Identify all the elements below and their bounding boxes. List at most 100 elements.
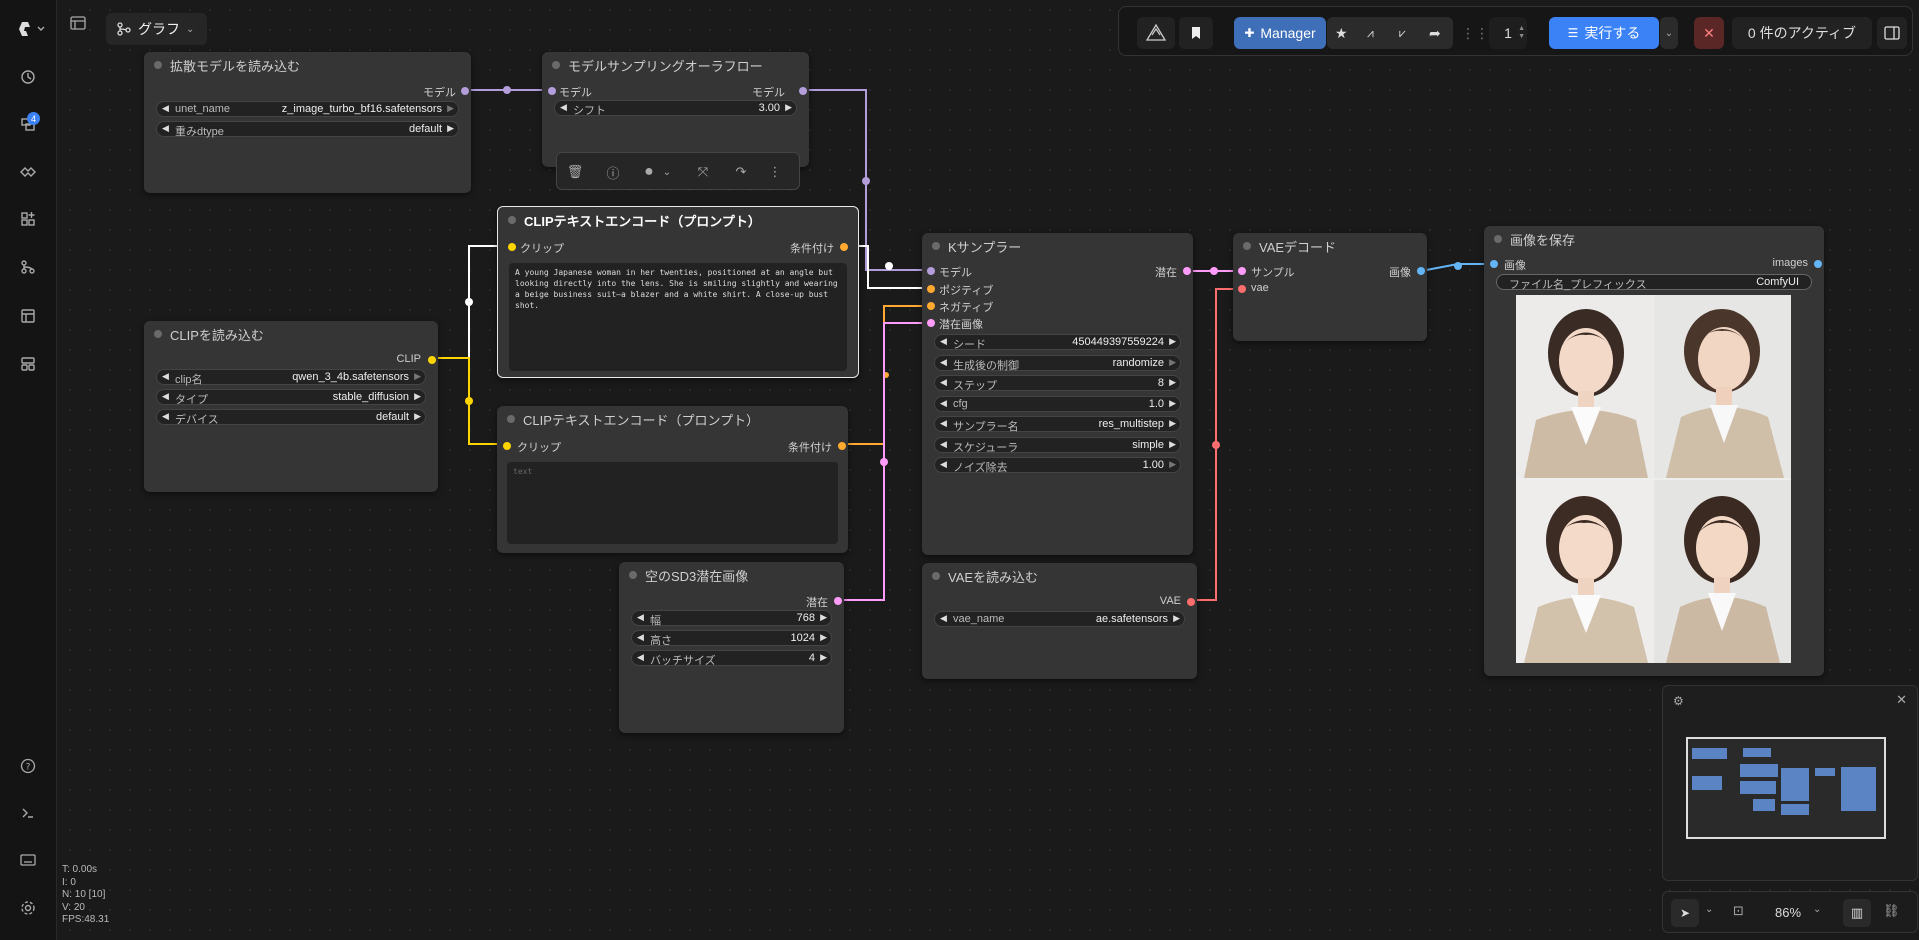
arrow-left-icon[interactable]: ◀ [940, 357, 947, 368]
arrow-left-icon[interactable]: ◀ [940, 459, 947, 470]
widget-denoise[interactable]: ◀ ノイズ除去 1.00 ▶ [934, 457, 1181, 474]
chevron-down-icon[interactable]: ⌄ [1705, 904, 1713, 915]
output-slot-clip[interactable] [428, 356, 436, 364]
chevron-down-icon[interactable]: ⌄ [659, 164, 675, 180]
widget-weight-dtype[interactable]: ◀ 重みdtype default ▶ [156, 121, 459, 138]
zoom-level[interactable]: 86% [1775, 905, 1801, 920]
arrow-right-icon[interactable]: ▶ [447, 103, 454, 114]
more-options-icon[interactable]: ⋮ [767, 164, 783, 180]
arrow-left-icon[interactable]: ◀ [637, 632, 644, 643]
output-slot-images[interactable] [1814, 260, 1822, 268]
widget-filename-prefix[interactable]: ファイル名_プレフィックス ComfyUI [1496, 274, 1812, 291]
input-slot-model[interactable] [927, 267, 935, 275]
node-load-vae[interactable]: VAEを読み込む VAE ◀ vae_name ae.safetensors ▶ [922, 563, 1197, 679]
arrow-right-icon[interactable]: ▶ [1169, 439, 1176, 450]
arrow-left-icon[interactable]: ◀ [637, 612, 644, 623]
widget-cfg[interactable]: ◀ cfg 1.0 ▶ [934, 396, 1181, 412]
arrow-left-icon[interactable]: ◀ [560, 102, 567, 113]
arrow-left-icon[interactable]: ◀ [162, 371, 169, 382]
trash-icon[interactable]: 🗑 [567, 164, 584, 180]
node-model-sampling-auraflow[interactable]: モデルサンプリングオーラフロー モデル モデル ◀ シフト 3.00 ▶ [542, 52, 809, 167]
widget-height[interactable]: ◀ 高さ 1024 ▶ [631, 630, 832, 647]
arrow-left-icon[interactable]: ◀ [162, 123, 169, 134]
arrow-left-icon[interactable]: ◀ [162, 411, 169, 422]
arrow-left-icon[interactable]: ◀ [940, 439, 947, 450]
output-slot-vae[interactable] [1187, 598, 1195, 606]
node-ksampler[interactable]: Kサンプラー モデル ポジティブ ネガティブ 潜在画像 潜在 ◀ シード 450… [922, 233, 1193, 555]
widget-width[interactable]: ◀ 幅 768 ▶ [631, 610, 832, 627]
widget-type[interactable]: ◀ タイプ stable_diffusion ▶ [156, 389, 426, 406]
arrow-right-icon[interactable]: ▶ [820, 612, 827, 623]
input-slot-images[interactable] [1490, 260, 1498, 268]
output-slot-conditioning[interactable] [838, 442, 846, 450]
prompt-textarea[interactable]: A young Japanese woman in her twenties, … [509, 263, 847, 371]
output-slot-model[interactable] [799, 87, 807, 95]
collapse-icon[interactable]: ⤧ [695, 164, 711, 180]
node-load-diffusion-model[interactable]: 拡散モデルを読み込む モデル ◀ unet_name z_image_turbo… [144, 52, 471, 193]
fit-view-icon[interactable]: ⊡ [1733, 903, 1744, 919]
arrow-right-icon[interactable]: ▶ [785, 102, 792, 113]
arrow-left-icon[interactable]: ◀ [162, 103, 169, 114]
info-icon[interactable]: ⓘ [605, 164, 621, 181]
input-slot-negative[interactable] [927, 302, 935, 310]
pointer-tool-icon[interactable]: ➤ [1671, 899, 1699, 927]
input-slot-vae[interactable] [1238, 285, 1246, 293]
arrow-right-icon[interactable]: ▶ [1169, 459, 1176, 470]
widget-clip-name[interactable]: ◀ clip名 qwen_3_4b.safetensors ▶ [156, 369, 426, 386]
widget-sampler-name[interactable]: ◀ サンプラー名 res_multistep ▶ [934, 416, 1181, 433]
widget-batch-size[interactable]: ◀ バッチサイズ 4 ▶ [631, 650, 832, 667]
input-slot-clip[interactable] [503, 442, 511, 450]
widget-unet-name[interactable]: ◀ unet_name z_image_turbo_bf16.safetenso… [156, 101, 459, 117]
input-slot-latent[interactable] [927, 319, 935, 327]
widget-vae-name[interactable]: ◀ vae_name ae.safetensors ▶ [934, 611, 1185, 627]
arrow-right-icon[interactable]: ▶ [1169, 377, 1176, 388]
input-slot-clip[interactable] [508, 243, 516, 251]
output-slot-image[interactable] [1417, 267, 1425, 275]
arrow-right-icon[interactable]: ▶ [1169, 418, 1176, 429]
output-slot-model[interactable] [461, 87, 469, 95]
node-load-clip[interactable]: CLIPを読み込む CLIP ◀ clip名 qwen_3_4b.safeten… [144, 321, 438, 492]
widget-steps[interactable]: ◀ ステップ 8 ▶ [934, 375, 1181, 392]
links-visibility-icon[interactable]: ⛓ [1883, 903, 1900, 919]
minimap-viewport[interactable] [1686, 737, 1886, 839]
node-empty-sd3-latent[interactable]: 空のSD3潜在画像 潜在 ◀ 幅 768 ▶ ◀ 高さ 1024 ▶ ◀ バッチ… [619, 562, 844, 733]
arrow-left-icon[interactable]: ◀ [940, 398, 947, 409]
zoom-chevron-down-icon[interactable]: ⌄ [1813, 904, 1821, 915]
arrow-left-icon[interactable]: ◀ [162, 391, 169, 402]
node-clip-text-encode-positive[interactable]: CLIPテキストエンコード（プロンプト） クリップ 条件付け A young J… [497, 206, 859, 378]
arrow-right-icon[interactable]: ▶ [1173, 613, 1180, 624]
arrow-left-icon[interactable]: ◀ [940, 336, 947, 347]
output-slot-latent[interactable] [1183, 267, 1191, 275]
input-slot-model[interactable] [548, 87, 556, 95]
color-picker-icon[interactable]: ● [641, 163, 657, 180]
image-preview-grid[interactable] [1516, 295, 1791, 663]
widget-shift[interactable]: ◀ シフト 3.00 ▶ [554, 100, 797, 117]
prompt-textarea[interactable]: text [507, 462, 838, 544]
node-save-image[interactable]: 画像を保存 画像 images ファイル名_プレフィックス ComfyUI [1484, 226, 1824, 676]
arrow-left-icon[interactable]: ◀ [637, 652, 644, 663]
arrow-right-icon[interactable]: ▶ [1169, 336, 1176, 347]
arrow-right-icon[interactable]: ▶ [414, 391, 421, 402]
arrow-left-icon[interactable]: ◀ [940, 613, 947, 624]
arrow-left-icon[interactable]: ◀ [940, 418, 947, 429]
widget-device[interactable]: ◀ デバイス default ▶ [156, 409, 426, 426]
arrow-right-icon[interactable]: ▶ [447, 123, 454, 134]
arrow-right-icon[interactable]: ▶ [820, 652, 827, 663]
minimap-settings-icon[interactable]: ⚙ [1673, 694, 1684, 708]
arrow-right-icon[interactable]: ▶ [820, 632, 827, 643]
arrow-right-icon[interactable]: ▶ [1169, 398, 1176, 409]
input-slot-samples[interactable] [1238, 267, 1246, 275]
arrow-right-icon[interactable]: ▶ [414, 371, 421, 382]
bypass-icon[interactable]: ↷ [733, 164, 749, 180]
widget-scheduler[interactable]: ◀ スケジューラ simple ▶ [934, 437, 1181, 454]
input-slot-positive[interactable] [927, 285, 935, 293]
minimap-panel[interactable]: ⚙ ✕ [1662, 685, 1918, 881]
minimap-toggle-icon[interactable]: ▥ [1843, 899, 1871, 927]
arrow-left-icon[interactable]: ◀ [940, 377, 947, 388]
arrow-right-icon[interactable]: ▶ [1169, 357, 1176, 368]
node-clip-text-encode-negative[interactable]: CLIPテキストエンコード（プロンプト） クリップ 条件付け text [497, 406, 848, 553]
widget-control-after-generate[interactable]: ◀ 生成後の制御 randomize ▶ [934, 355, 1181, 372]
output-slot-conditioning[interactable] [840, 243, 848, 251]
widget-seed[interactable]: ◀ シード 450449397559224 ▶ [934, 334, 1181, 351]
close-icon[interactable]: ✕ [1896, 692, 1907, 708]
